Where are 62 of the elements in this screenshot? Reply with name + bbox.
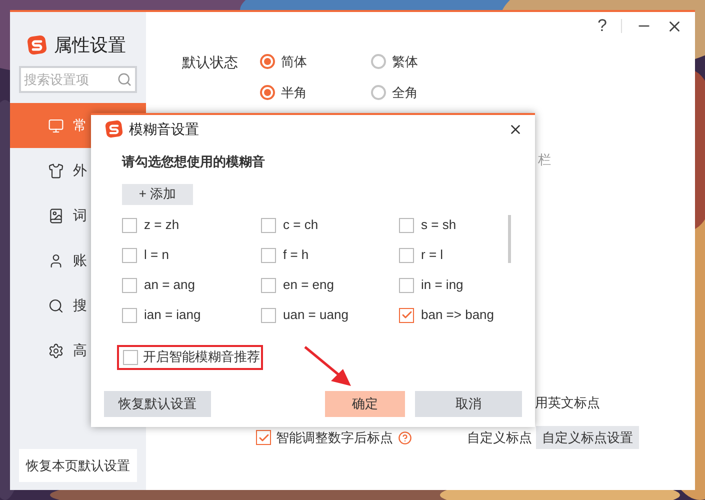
checkbox[interactable]	[261, 278, 276, 292]
window-title: 属性设置	[54, 34, 126, 56]
help-icon[interactable]	[398, 430, 412, 444]
radio-button[interactable]	[371, 84, 386, 100]
checkbox-label: l = n	[144, 246, 169, 264]
checkbox-label: ban => bang	[421, 306, 494, 324]
search-icon	[117, 72, 132, 87]
dialog-button[interactable]: 取消	[415, 390, 522, 416]
field-label: 默认状态	[182, 53, 239, 72]
search-icon	[48, 298, 64, 314]
checkbox[interactable]	[399, 308, 414, 322]
checkbox-label: an = ang	[144, 276, 195, 294]
dialog-button[interactable]: 恢复默认设置	[104, 390, 211, 416]
logo-icon	[27, 35, 47, 55]
checkbox[interactable]	[261, 218, 276, 232]
checkbox-label: z = zh	[144, 216, 180, 234]
checkbox[interactable]	[399, 248, 414, 262]
confirm-button[interactable]: 确定	[325, 390, 405, 416]
radio-label: 半角	[281, 84, 307, 102]
checkbox[interactable]	[261, 308, 276, 322]
help-button[interactable]: ?	[598, 13, 607, 39]
add-button[interactable]: + 添加	[122, 184, 193, 204]
checkbox[interactable]	[256, 430, 271, 445]
checkbox-label: in = ing	[421, 276, 464, 294]
partial-text: 栏	[538, 151, 551, 169]
checkbox-label: en = eng	[283, 276, 334, 294]
checkbox-label: c = ch	[283, 216, 318, 234]
monitor-icon	[48, 118, 64, 134]
checkbox[interactable]	[123, 350, 138, 364]
radio-label: 简体	[281, 53, 307, 71]
checkbox-label: s = sh	[421, 216, 456, 234]
dialog-prompt: 请勾选您想使用的模糊音	[122, 153, 265, 171]
checkbox-label: 开启智能模糊音推荐	[143, 348, 260, 366]
scrollbar[interactable]	[508, 214, 511, 262]
radio-button[interactable]	[260, 54, 275, 70]
checkbox[interactable]	[122, 218, 137, 232]
checkbox-label: uan = uang	[283, 306, 348, 324]
checkbox-label: ian = iang	[144, 306, 201, 324]
radio-button[interactable]	[260, 84, 275, 100]
gear-icon	[48, 342, 64, 358]
user-icon	[48, 252, 64, 268]
radio-label: 全角	[392, 84, 418, 102]
restore-page-defaults-button[interactable]: 恢复本页默认设置	[19, 449, 137, 482]
checkbox[interactable]	[122, 248, 137, 262]
checkbox[interactable]	[122, 278, 137, 292]
custom-punctuation-button[interactable]: 自定义标点设置	[536, 426, 639, 449]
checkbox-label: r = l	[421, 246, 444, 264]
checkbox[interactable]	[261, 248, 276, 262]
logo-icon	[105, 120, 123, 138]
radio-button[interactable]	[371, 54, 386, 70]
checkbox[interactable]	[122, 308, 137, 322]
checkbox[interactable]	[399, 218, 414, 232]
checkbox[interactable]	[399, 278, 414, 292]
radio-label: 繁体	[392, 53, 418, 71]
option-label: 自定义标点	[467, 428, 532, 447]
search-field[interactable]: 搜索设置项	[19, 66, 137, 93]
book-icon	[48, 208, 64, 224]
checkbox-label: f = h	[283, 246, 309, 264]
checkbox-label: 智能调整数字后标点	[276, 428, 393, 447]
shirt-icon	[48, 162, 64, 178]
option-label: 用英文标点	[535, 394, 600, 412]
arrow-annotation	[303, 345, 353, 389]
